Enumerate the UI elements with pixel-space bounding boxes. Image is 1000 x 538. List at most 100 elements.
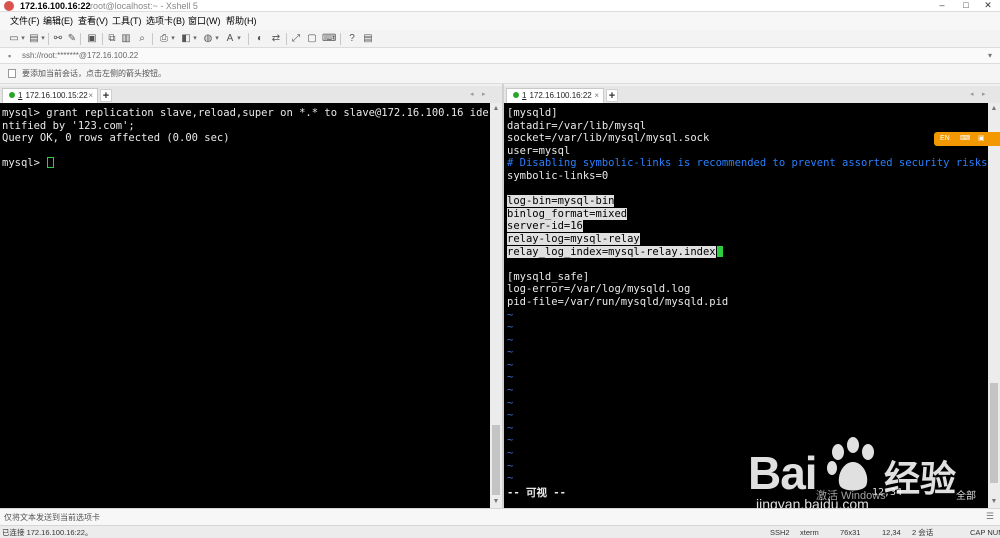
compose-send-bar[interactable]: 仅将文本发送到当前选项卡 ☰	[0, 508, 1000, 525]
font-icon[interactable]: A	[224, 33, 236, 45]
vim-tilde-line: ~	[507, 308, 514, 321]
ime-settings-icon[interactable]: ▣	[978, 132, 985, 146]
config-comment-line: # Disabling symbolic-links is recommende…	[507, 157, 988, 170]
globe-icon[interactable]: ◍	[202, 33, 214, 45]
print-icon[interactable]: ⎙	[158, 33, 170, 45]
keyboard-icon[interactable]: ⌨	[322, 33, 336, 45]
reconnect-icon[interactable]: ⚯	[52, 33, 64, 45]
compose-send-text[interactable]: 仅将文本发送到当前选项卡	[4, 509, 100, 526]
scrollbar-thumb[interactable]	[492, 425, 500, 495]
copy-icon[interactable]: ⧉	[106, 33, 118, 45]
find-icon[interactable]: ⌕	[136, 33, 148, 45]
compose-menu-icon[interactable]: ☰	[986, 511, 994, 522]
menu-view[interactable]: 查看(V)	[78, 12, 108, 30]
fullscreen-icon[interactable]: ⤢	[290, 33, 302, 45]
vim-tilde-line: ~	[507, 333, 514, 346]
ime-mode-icon[interactable]: ⌨	[960, 132, 970, 146]
scroll-up-icon[interactable]: ▲	[490, 103, 502, 115]
right-terminal-scrollbar[interactable]: ▲ ▼	[988, 103, 1000, 508]
session-tip-bar: 要添加当前会话，点击左侧的箭头按钮。	[0, 64, 1000, 84]
selected-config-line: log-bin=mysql-bin	[507, 195, 985, 208]
disconnect-icon[interactable]: ✎	[66, 33, 78, 45]
vim-tilde-line: ~	[507, 358, 514, 371]
chat-icon[interactable]: ▤	[362, 33, 374, 45]
tab-next-icon[interactable]: ▸	[482, 88, 486, 101]
menu-tools[interactable]: 工具(T)	[112, 12, 142, 30]
chevron-down-icon[interactable]: ▾	[988, 48, 992, 64]
vim-tilde-line: ~	[507, 409, 514, 422]
selection-text: relay-log=mysql-relay	[507, 232, 640, 245]
chevron-down-icon[interactable]: ▾	[236, 33, 242, 45]
config-line: user=mysql	[507, 144, 571, 157]
new-tab-button[interactable]: +	[606, 89, 618, 102]
menu-help[interactable]: 帮助(H)	[226, 12, 257, 30]
right-terminal[interactable]: [mysqld] datadir=/var/lib/mysql socket=/…	[504, 103, 988, 508]
properties-icon[interactable]: ▣	[86, 33, 98, 45]
selection-text: relay_log_index=mysql-relay.index	[507, 245, 716, 258]
scroll-down-icon[interactable]: ▼	[490, 496, 502, 508]
terminal-line: ntified by '123.com';	[2, 119, 135, 132]
scrollbar-thumb[interactable]	[990, 383, 998, 483]
close-tab-icon[interactable]: ×	[88, 89, 93, 103]
session-count-status: 2 会话	[912, 528, 934, 537]
tab-label: 172.16.100.16:22	[529, 91, 592, 100]
lock-icon[interactable]: ▢	[306, 33, 318, 45]
ime-language-label[interactable]: EN	[940, 132, 950, 146]
toolbar-separator	[286, 33, 287, 45]
new-tab-button[interactable]: +	[100, 89, 112, 102]
selected-config-line: binlog_format=mixed	[507, 207, 985, 221]
paste-icon[interactable]: ▥	[120, 33, 132, 45]
left-terminal[interactable]: mysql> grant replication slave,reload,su…	[0, 103, 490, 508]
chevron-down-icon[interactable]: ▾	[214, 33, 220, 45]
transfer-icon[interactable]: ⇄	[270, 33, 282, 45]
menu-edit[interactable]: 编辑(E)	[43, 12, 73, 30]
scroll-up-icon[interactable]: ▲	[988, 103, 1000, 115]
terminal-line: mysql> grant replication slave,reload,su…	[2, 107, 489, 119]
terminal-prompt-line: mysql>	[2, 157, 488, 170]
tab-number: 1	[18, 91, 23, 100]
close-tab-icon[interactable]: ×	[594, 89, 599, 103]
vim-tilde-line: ~	[507, 384, 514, 397]
config-line: pid-file=/var/run/mysqld/mysqld.pid	[507, 295, 729, 308]
menu-file[interactable]: 文件(F)	[10, 12, 40, 30]
selected-config-line: server-id=16	[507, 220, 985, 233]
color-scheme-icon[interactable]: ◧	[180, 33, 192, 45]
menu-window[interactable]: 窗口(W)	[188, 12, 221, 30]
help-icon[interactable]: ?	[346, 33, 358, 45]
toolbar-separator	[340, 33, 341, 45]
open-folder-icon[interactable]: ▤	[28, 33, 40, 45]
tab-session-right[interactable]: 1 172.16.100.16:22 ×	[506, 88, 604, 103]
config-line: socket=/var/lib/mysql/mysql.sock	[507, 132, 710, 145]
address-input[interactable]: ssh://root:*******@172.16.100.22	[22, 48, 138, 64]
maximize-button[interactable]: □	[954, 0, 978, 12]
terminal-cursor	[47, 157, 55, 169]
scroll-down-icon[interactable]: ▼	[988, 496, 1000, 508]
chevron-down-icon[interactable]: ▾	[20, 33, 26, 45]
xftp-icon[interactable]: ◐	[254, 33, 266, 45]
tab-prev-icon[interactable]: ◂	[970, 88, 974, 101]
selected-config-line: relay-log=mysql-relay	[507, 232, 985, 246]
new-session-icon[interactable]: ▭	[8, 33, 20, 45]
chevron-down-icon[interactable]: ▾	[192, 33, 198, 45]
selection-text: log-bin=mysql-bin	[507, 195, 615, 208]
config-line: symbolic-links=0	[507, 169, 609, 182]
mysql-prompt: mysql>	[2, 157, 47, 170]
ime-toolbar[interactable]: EN ⌨ ▣	[934, 132, 1000, 146]
minimize-button[interactable]: –	[930, 0, 954, 12]
vim-tilde-line: ~	[507, 459, 514, 472]
tab-session-left[interactable]: 1 172.16.100.15:22 ×	[2, 88, 98, 103]
session-tip-icon[interactable]	[8, 69, 16, 78]
left-terminal-scrollbar[interactable]: ▲ ▼	[490, 103, 502, 508]
chevron-down-icon[interactable]: ▾	[40, 33, 46, 45]
tab-prev-icon[interactable]: ◂	[470, 88, 474, 101]
menu-bar: 文件(F) 编辑(E) 查看(V) 工具(T) 选项卡(B) 窗口(W) 帮助(…	[0, 12, 1000, 30]
windows-activation-text: 激活 Windows	[816, 490, 886, 502]
chevron-down-icon[interactable]: ▾	[170, 33, 176, 45]
tab-number: 1	[522, 91, 527, 100]
close-window-button[interactable]: ✕	[976, 0, 1000, 12]
toolbar-separator	[102, 33, 103, 45]
address-bar[interactable]: ▪ ssh://root:*******@172.16.100.22 ▾	[0, 48, 1000, 64]
menu-tabs[interactable]: 选项卡(B)	[146, 12, 185, 30]
caps-num-status: CAP NUM	[970, 528, 1000, 537]
tab-next-icon[interactable]: ▸	[982, 88, 986, 101]
